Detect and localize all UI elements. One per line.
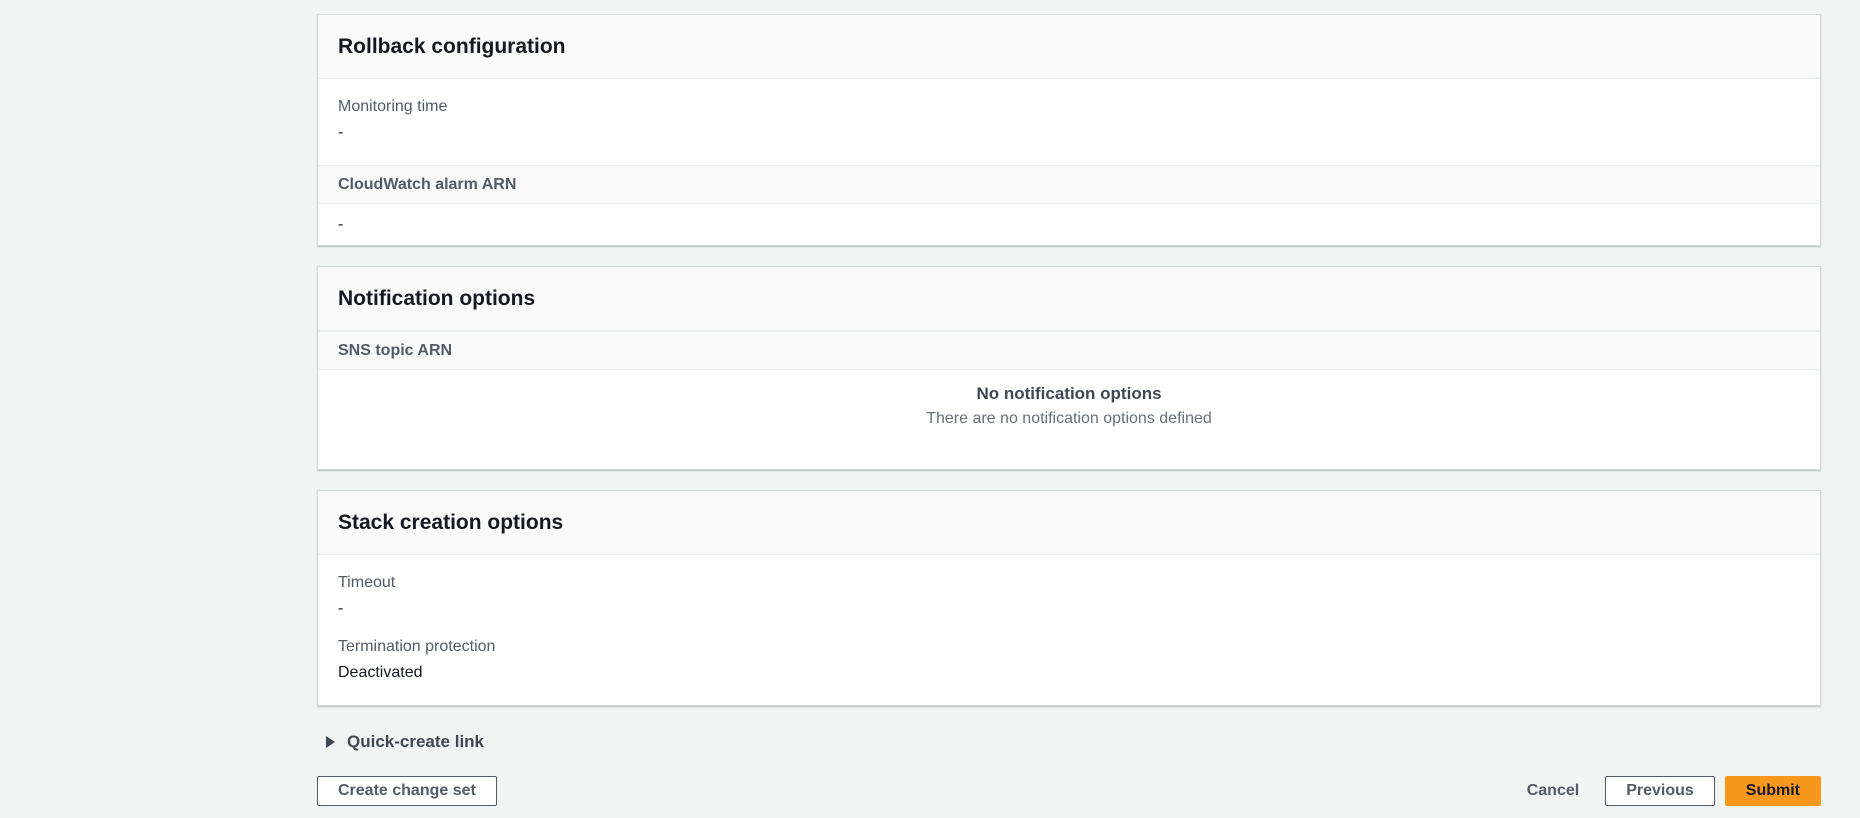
monitoring-time-label: Monitoring time (338, 98, 448, 115)
sns-topic-arn-header: SNS topic ARN (318, 331, 1820, 370)
timeout-field: Timeout - (338, 573, 1800, 619)
stack-creation-fields: Timeout - Termination protection Deactiv… (318, 555, 1820, 705)
empty-state-title: No notification options (976, 384, 1162, 403)
quick-create-link-expander[interactable]: Quick-create link (325, 732, 484, 752)
previous-button[interactable]: Previous (1605, 776, 1715, 806)
notification-options-title: Notification options (338, 287, 536, 310)
wizard-actions: Cancel Previous Submit (1511, 776, 1821, 806)
panel-header: Rollback configuration (318, 15, 1820, 79)
wizard-footer: Create change set Cancel Previous Submit (317, 776, 1821, 806)
quick-create-link-label: Quick-create link (347, 732, 485, 751)
rollback-configuration-panel: Rollback configuration Monitoring time -… (317, 14, 1821, 246)
monitoring-time-value: - (338, 124, 344, 141)
review-step-content: Rollback configuration Monitoring time -… (317, 14, 1821, 806)
create-change-set-button[interactable]: Create change set (317, 776, 497, 806)
termination-protection-value: Deactivated (338, 664, 423, 681)
panel-header: Notification options (318, 267, 1820, 331)
notification-options-panel: Notification options SNS topic ARN No no… (317, 266, 1821, 470)
cancel-button[interactable]: Cancel (1511, 776, 1595, 806)
notification-empty-state: No notification options There are no not… (318, 370, 1820, 469)
timeout-value: - (338, 600, 344, 617)
submit-button[interactable]: Submit (1724, 776, 1821, 806)
caret-right-icon (325, 735, 336, 749)
monitoring-time-field: Monitoring time - (338, 97, 1800, 143)
timeout-label: Timeout (338, 574, 396, 591)
rollback-configuration-title: Rollback configuration (338, 35, 566, 58)
panel-header: Stack creation options (318, 491, 1820, 555)
stack-creation-options-panel: Stack creation options Timeout - Termina… (317, 490, 1821, 706)
cloudwatch-alarm-arn-header: CloudWatch alarm ARN (318, 165, 1820, 204)
termination-protection-field: Termination protection Deactivated (338, 637, 1800, 683)
cloudwatch-alarm-arn-value: - (338, 216, 344, 233)
termination-protection-label: Termination protection (338, 638, 496, 655)
rollback-fields: Monitoring time - (318, 79, 1820, 165)
empty-state-description: There are no notification options define… (926, 410, 1212, 427)
stack-creation-options-title: Stack creation options (338, 511, 564, 534)
